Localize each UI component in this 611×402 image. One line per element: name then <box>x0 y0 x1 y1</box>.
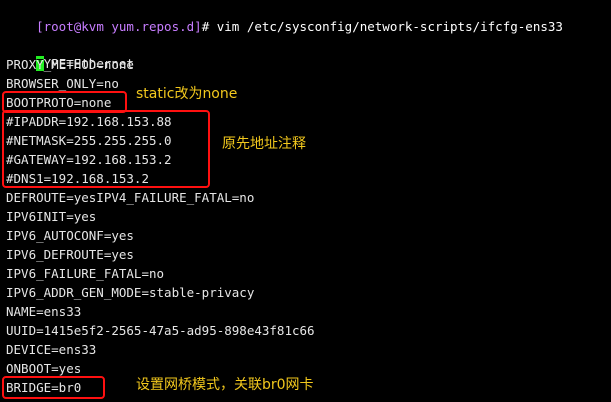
file-line-2: PROXY_METHOD=none <box>6 57 134 72</box>
address-highlight-box <box>2 110 210 188</box>
address-annotation: 原先地址注释 <box>222 136 306 152</box>
file-line-17: DEVICE=ens33 <box>6 342 97 357</box>
bootproto-annotation: static改为none <box>136 86 238 102</box>
prompt-user-host: [root@kvm yum.repos.d] <box>36 19 202 34</box>
file-line-9: DEFROUTE=yesIPV4_FAILURE_FATAL=no <box>6 190 255 205</box>
file-line-1: TYPE=Ethernet <box>6 37 134 71</box>
file-line-16: UUID=1415e5f2-2565-47a5-ad95-898e43f81c6… <box>6 323 315 338</box>
terminal-window[interactable]: [root@kvm yum.repos.d]# vim /etc/sysconf… <box>0 0 611 402</box>
file-line-11: IPV6_AUTOCONF=yes <box>6 228 134 243</box>
file-line-15: NAME=ens33 <box>6 304 82 319</box>
prompt-command: # vim /etc/sysconfig/network-scripts/ifc… <box>201 19 563 34</box>
shell-prompt-line: [root@kvm yum.repos.d]# vim /etc/sysconf… <box>6 0 563 34</box>
bridge-highlight-box <box>2 376 105 399</box>
file-line-10: IPV6INIT=yes <box>6 209 97 224</box>
file-line-13: IPV6_FAILURE_FATAL=no <box>6 266 165 281</box>
file-line-12: IPV6_DEFROUTE=yes <box>6 247 134 262</box>
file-line-14: IPV6_ADDR_GEN_MODE=stable-privacy <box>6 285 255 300</box>
bridge-annotation: 设置网桥模式，关联br0网卡 <box>136 377 314 393</box>
